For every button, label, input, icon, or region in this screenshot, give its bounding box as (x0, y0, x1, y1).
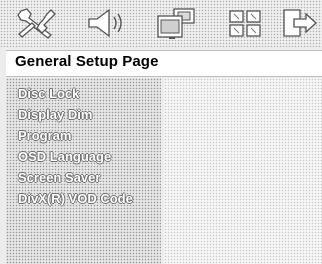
video-setup-icon (154, 6, 198, 40)
setup-tab-bar (0, 0, 322, 47)
setup-menu-screen: General Setup Page Disc Lock Display Dim… (0, 0, 322, 264)
menu-item-osd-language[interactable]: OSD Language (18, 149, 111, 167)
page-title: General Setup Page (15, 53, 159, 70)
options-panel (164, 78, 322, 264)
menu-item-program[interactable]: Program (18, 128, 71, 146)
tab-video-setup[interactable] (151, 4, 201, 42)
menu-item-divx-vod-code[interactable]: DivX(R) VOD Code (18, 191, 133, 209)
exit-icon (280, 6, 320, 40)
menu-list: Disc Lock Display Dim Program OSD Langua… (6, 78, 161, 264)
tab-exit[interactable] (278, 4, 322, 42)
general-setup-icon (15, 6, 59, 40)
menu-item-display-dim[interactable]: Display Dim (18, 107, 92, 125)
menu-item-screen-saver[interactable]: Screen Saver (18, 170, 100, 188)
speaker-icon (85, 6, 129, 40)
page-title-bar: General Setup Page (6, 50, 322, 77)
tab-audio-setup[interactable] (82, 4, 132, 42)
menu-item-disc-lock[interactable]: Disc Lock (18, 86, 79, 104)
preference-icon (223, 6, 267, 40)
tab-general-setup[interactable] (12, 4, 62, 42)
tab-preference[interactable] (220, 4, 270, 42)
